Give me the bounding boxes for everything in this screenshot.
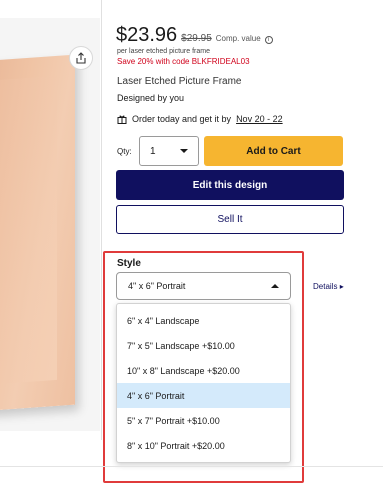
style-option[interactable]: 5" x 7" Portrait +$10.00 <box>117 408 290 433</box>
per-unit-note: per laser etched picture frame <box>117 48 210 55</box>
chevron-right-icon: ▸ <box>339 282 344 291</box>
style-selected-value: 4" x 6" Portrait <box>128 281 186 291</box>
style-label: Style <box>117 258 141 269</box>
product-image <box>0 18 100 431</box>
details-link[interactable]: Details ▸ <box>313 282 344 291</box>
divider <box>101 0 102 440</box>
shipping-info: Order today and get it by Nov 20 - 22 <box>117 114 283 124</box>
qty-label: Qty: <box>117 147 132 156</box>
picture-frame-image <box>0 54 75 412</box>
sell-it-button[interactable]: Sell It <box>116 205 344 234</box>
shipping-text: Order today and get it by <box>132 114 232 124</box>
style-dropdown-menu: 6" x 4" Landscape 7" x 5" Landscape +$10… <box>116 303 291 463</box>
quantity-select[interactable]: 1 <box>139 136 199 166</box>
original-price: $29.95 <box>181 33 212 44</box>
info-icon[interactable]: i <box>264 36 273 44</box>
style-select[interactable]: 4" x 6" Portrait <box>116 272 291 300</box>
style-option[interactable]: 10" x 8" Landscape +$20.00 <box>117 358 290 383</box>
style-option[interactable]: 6" x 4" Landscape <box>117 308 290 333</box>
promo-text: Save 20% with code BLKFRIDEAL03 <box>117 57 250 66</box>
style-option[interactable]: 7" x 5" Landscape +$10.00 <box>117 333 290 358</box>
gift-icon <box>117 115 127 124</box>
chevron-down-icon <box>180 149 188 153</box>
share-button[interactable] <box>69 46 93 70</box>
divider <box>0 466 383 467</box>
delivery-date-link[interactable]: Nov 20 - 22 <box>236 114 283 124</box>
style-option-selected[interactable]: 4" x 6" Portrait <box>117 383 290 408</box>
price: $23.96 <box>116 24 178 46</box>
price-row: $23.96 $29.95 Comp. value i <box>116 24 273 47</box>
chevron-up-icon <box>271 284 279 288</box>
comp-value-label: Comp. value <box>215 34 261 43</box>
product-name: Laser Etched Picture Frame <box>117 76 242 87</box>
edit-design-button[interactable]: Edit this design <box>116 170 344 200</box>
style-option[interactable]: 8" x 10" Portrait +$20.00 <box>117 433 290 458</box>
add-to-cart-button[interactable]: Add to Cart <box>204 136 343 166</box>
share-icon <box>76 52 86 64</box>
qty-value: 1 <box>150 145 156 157</box>
designer-label: Designed by you <box>117 93 185 103</box>
